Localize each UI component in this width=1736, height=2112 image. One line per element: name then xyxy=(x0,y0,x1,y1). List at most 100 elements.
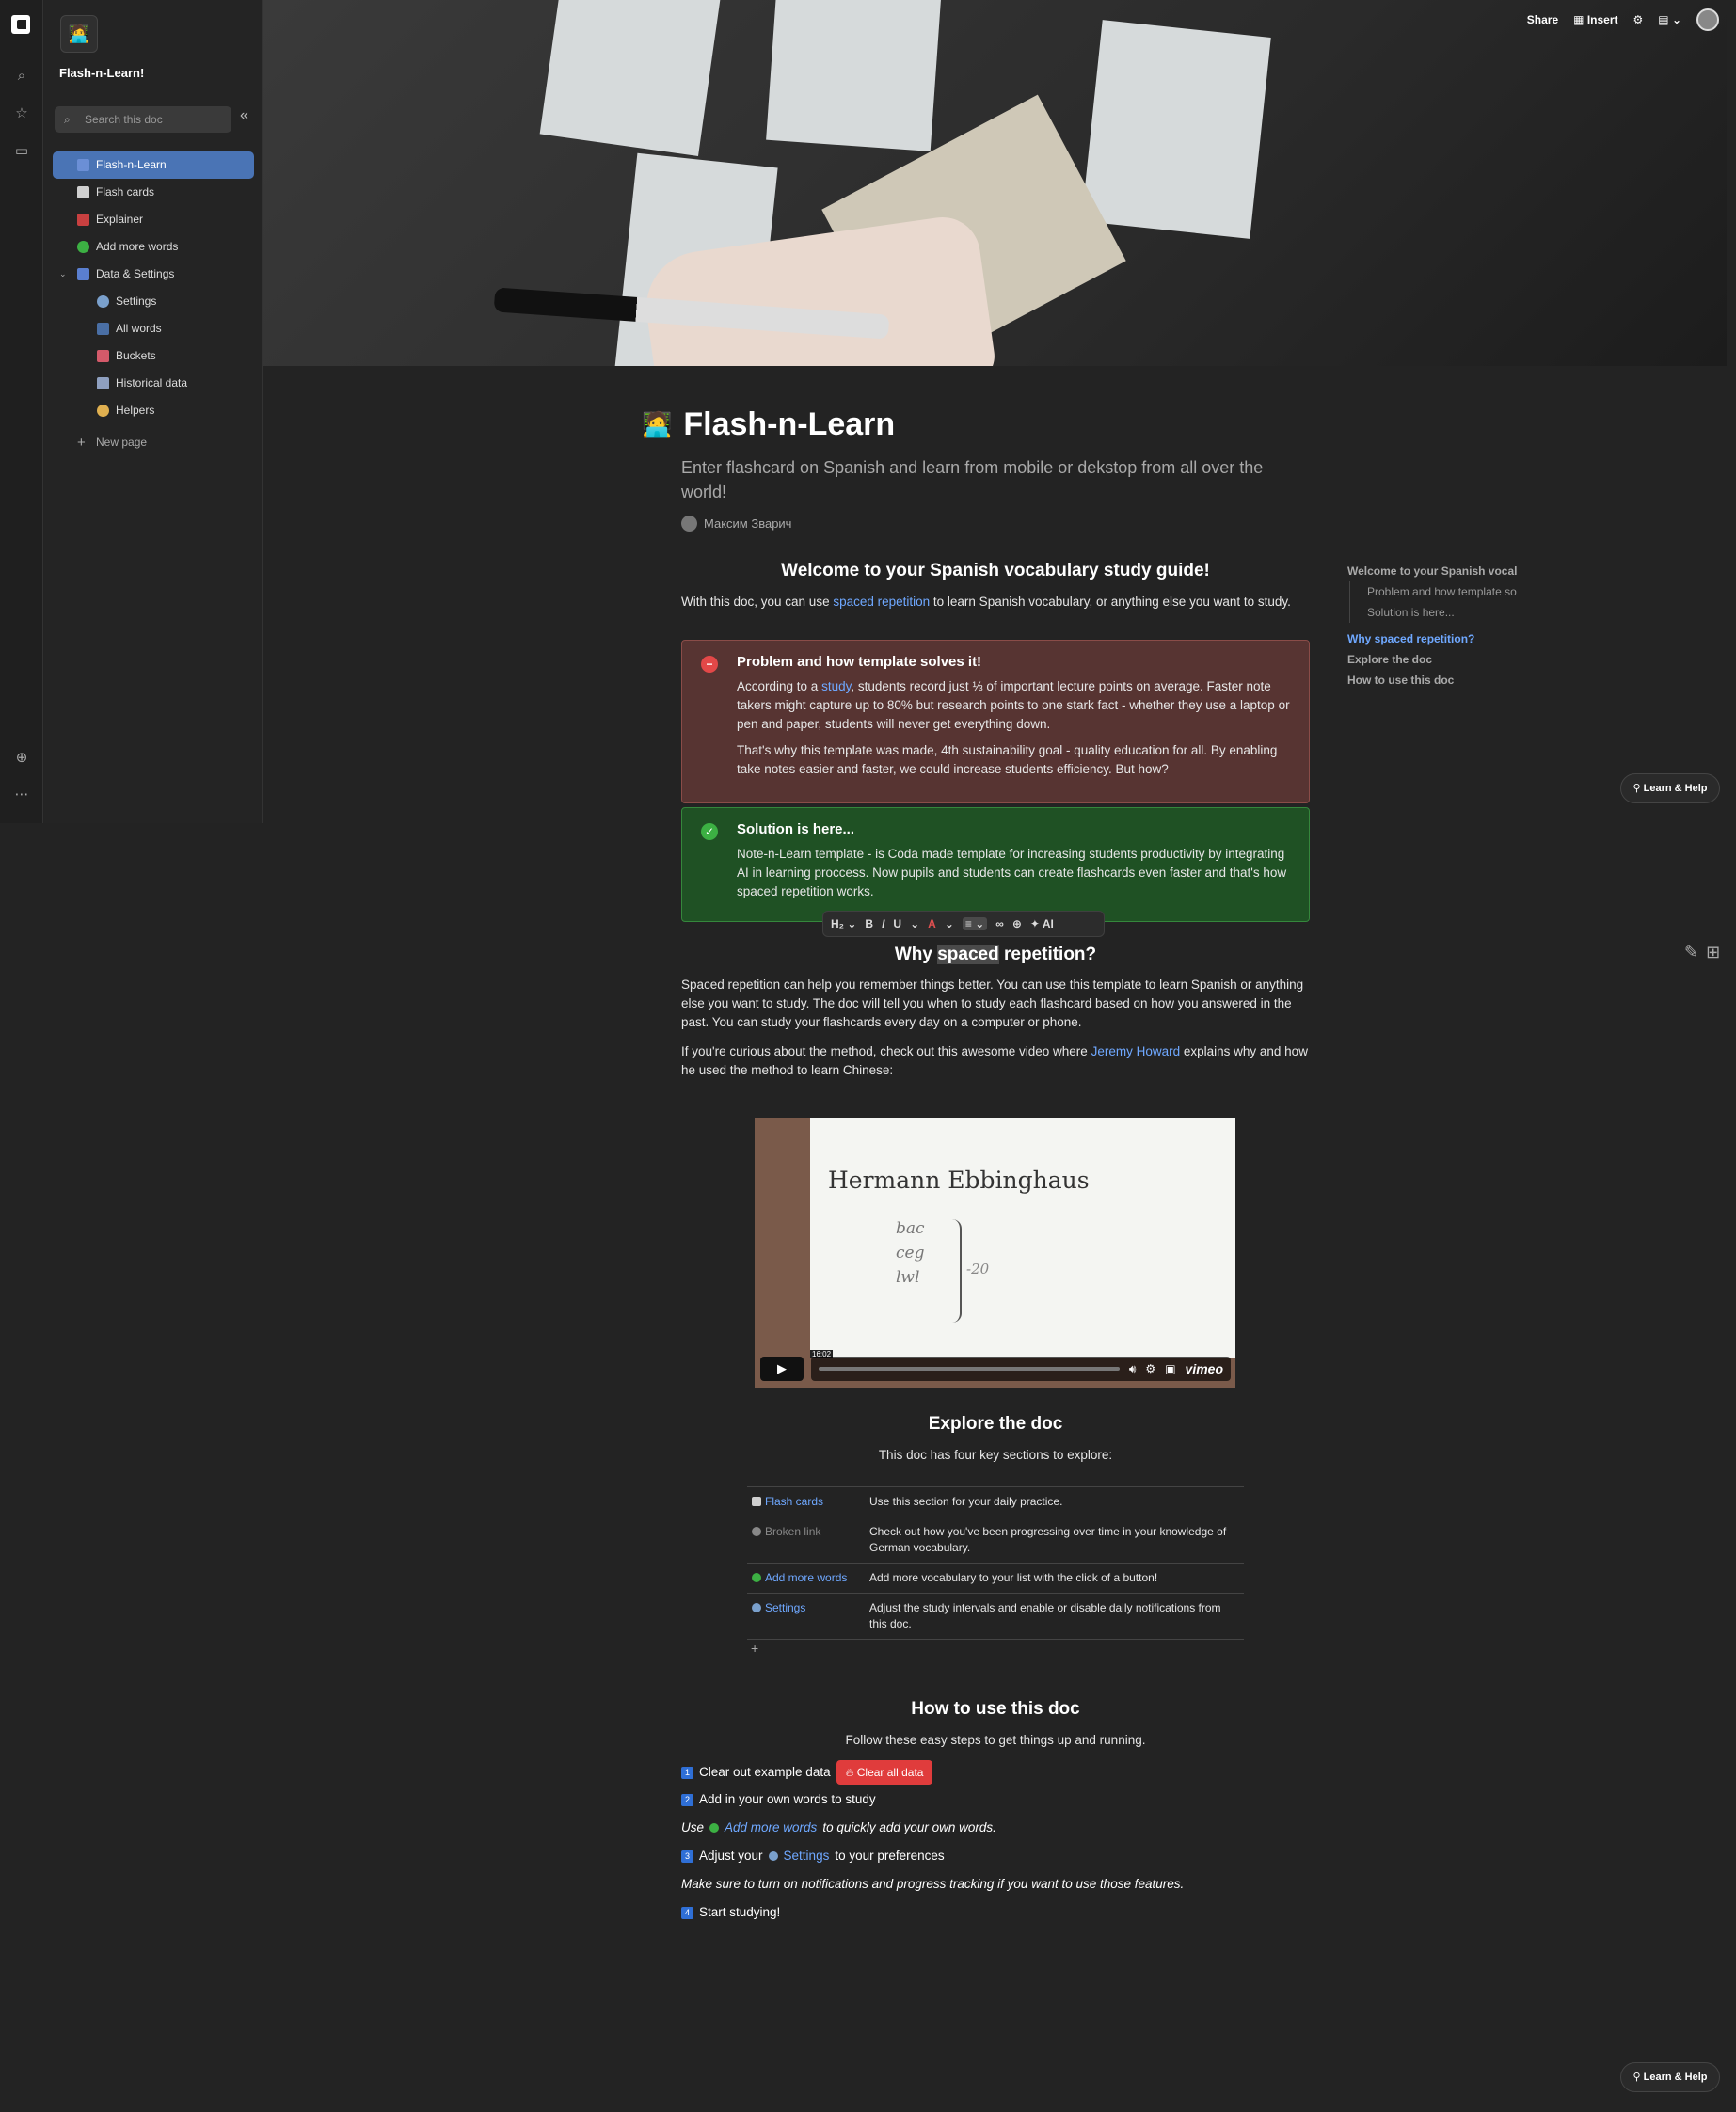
sidebar-item-historical-data[interactable]: Historical data xyxy=(53,370,254,397)
howto-heading[interactable]: How to use this doc xyxy=(681,1699,1310,1720)
collapse-sidebar-icon[interactable]: « xyxy=(240,107,248,124)
sidebar-item-helpers[interactable]: Helpers xyxy=(53,397,254,424)
solution-callout[interactable]: ✓ Solution is here... Note-n-Learn templ… xyxy=(681,807,1310,922)
sidebar-item-flash-n-learn[interactable]: Flash-n-Learn xyxy=(53,151,254,179)
video-embed[interactable]: Hermann Ebbinghaus bac ceg lwl -20 16:02… xyxy=(755,1118,1235,1388)
align-icon[interactable]: ≡ ⌄ xyxy=(962,917,988,930)
add-icon xyxy=(752,1573,761,1582)
label: Learn & Help xyxy=(1643,783,1708,794)
broken-link[interactable]: Broken link xyxy=(765,1525,820,1538)
explore-heading[interactable]: Explore the doc xyxy=(681,1414,1310,1435)
italic-button[interactable]: I xyxy=(882,917,884,930)
clear-all-data-button[interactable]: 🔥︎ Clear all data xyxy=(836,1760,933,1785)
edit-icon[interactable]: ✎ xyxy=(1684,943,1698,962)
why-heading[interactable]: Why spaced repetition? xyxy=(681,945,1310,965)
doc-icon[interactable]: 🧑‍💻 xyxy=(60,15,98,53)
sidebar-item-data-settings[interactable]: ⌄ Data & Settings xyxy=(53,261,254,288)
heading-style-button[interactable]: H₂ ⌄ xyxy=(831,917,856,930)
toc-item[interactable]: Solution is here... xyxy=(1349,602,1517,623)
text-color-button[interactable]: A xyxy=(928,917,936,930)
spaced-repetition-link[interactable]: spaced repetition xyxy=(833,595,930,609)
step-4: 4 Start studying! xyxy=(681,1903,780,1922)
page-emoji-icon[interactable]: 🧑‍💻 xyxy=(642,410,672,439)
gear-icon[interactable]: ⚙ xyxy=(1633,13,1644,26)
sticky-note xyxy=(1081,20,1271,239)
sidebar-item-label: Data & Settings xyxy=(96,267,175,280)
settings-link[interactable]: Settings xyxy=(784,1847,830,1866)
add-circle-icon[interactable]: ⊕ xyxy=(11,748,32,769)
underline-button[interactable]: U xyxy=(893,917,901,930)
insert-formula-icon[interactable]: ⊕ xyxy=(1012,917,1022,930)
folder-icon[interactable]: ▭ xyxy=(11,141,32,162)
chevron-down-icon[interactable]: ⌄ xyxy=(59,261,67,288)
sidebar-item-explainer[interactable]: Explainer xyxy=(53,206,254,233)
pip-icon[interactable]: ▣ xyxy=(1165,1362,1175,1375)
doc-sidebar: 🧑‍💻 Flash-n-Learn! ⌕ Search this doc « F… xyxy=(44,0,263,823)
vimeo-logo[interactable]: vimeo xyxy=(1186,1361,1223,1376)
new-page-button[interactable]: + New page xyxy=(53,429,254,456)
toc-item[interactable]: Welcome to your Spanish vocal xyxy=(1347,561,1517,581)
explore-intro[interactable]: This doc has four key sections to explor… xyxy=(681,1446,1310,1465)
list-icon xyxy=(97,323,109,335)
ai-button[interactable]: ✦ AI xyxy=(1030,917,1054,930)
table-row: Flash cards Use this section for your da… xyxy=(747,1486,1244,1517)
chevron-down-icon[interactable]: ⌄ xyxy=(910,917,919,930)
gear-icon[interactable]: ⚙ xyxy=(1145,1362,1155,1375)
learn-help-button[interactable]: ⚲ Learn & Help xyxy=(1620,773,1720,803)
problem-callout[interactable]: − Problem and how template solves it! Ac… xyxy=(681,640,1310,803)
sidebar-item-flash-cards[interactable]: Flash cards xyxy=(53,179,254,206)
more-icon[interactable]: ⋯ xyxy=(11,785,32,805)
doc-title[interactable]: Flash-n-Learn! xyxy=(59,66,144,80)
video-board-title: Hermann Ebbinghaus xyxy=(828,1167,1090,1194)
toc-item[interactable]: Explore the doc xyxy=(1347,649,1517,670)
table-row: Settings Adjust the study intervals and … xyxy=(747,1593,1244,1640)
sidebar-item-settings[interactable]: Settings xyxy=(53,288,254,315)
share-button[interactable]: Share xyxy=(1527,13,1558,26)
toc-item[interactable]: Problem and how template so xyxy=(1349,581,1517,602)
add-more-words-link[interactable]: Add more words xyxy=(765,1571,847,1584)
sidebar-item-buckets[interactable]: Buckets xyxy=(53,342,254,370)
settings-link[interactable]: Settings xyxy=(765,1601,805,1614)
jeremy-howard-link[interactable]: Jeremy Howard xyxy=(1091,1044,1181,1058)
add-more-words-link[interactable]: Add more words xyxy=(725,1818,817,1837)
insert-button[interactable]: ▦ Insert xyxy=(1573,13,1617,26)
coda-logo-icon[interactable] xyxy=(11,15,30,34)
page-subtitle[interactable]: Enter flashcard on Spanish and learn fro… xyxy=(681,455,1310,504)
welcome-text[interactable]: With this doc, you can use spaced repeti… xyxy=(681,593,1310,611)
bucket-icon xyxy=(97,350,109,362)
star-icon[interactable]: ☆ xyxy=(11,103,32,124)
add-row-button[interactable]: + xyxy=(751,1641,758,1656)
learn-help-button[interactable]: ⚲ Learn & Help xyxy=(1620,2062,1720,2092)
why-paragraph[interactable]: Spaced repetition can help you remember … xyxy=(681,976,1310,1032)
sidebar-item-add-more-words[interactable]: Add more words xyxy=(53,233,254,261)
comments-icon[interactable]: ▤ ⌄ xyxy=(1658,13,1681,26)
table-icon xyxy=(97,377,109,389)
video-intro[interactable]: If you're curious about the method, chec… xyxy=(681,1042,1310,1080)
text: repetition? xyxy=(998,945,1097,964)
search-icon[interactable]: ⌕ xyxy=(11,66,32,87)
callout-text: Note-n-Learn template - is Coda made tem… xyxy=(737,847,1287,898)
chevron-down-icon[interactable]: ⌄ xyxy=(945,917,954,930)
toc-item[interactable]: How to use this doc xyxy=(1347,670,1517,691)
sidebar-item-label: Helpers xyxy=(116,404,155,417)
flash-cards-link[interactable]: Flash cards xyxy=(765,1495,823,1508)
avatar[interactable] xyxy=(1696,8,1719,31)
minus-circle-icon: − xyxy=(701,656,718,673)
volume-icon[interactable]: 🔊︎ xyxy=(1129,1362,1137,1376)
callout-text: According to a study, students record ju… xyxy=(737,677,1290,734)
sidebar-item-all-words[interactable]: All words xyxy=(53,315,254,342)
welcome-heading[interactable]: Welcome to your Spanish vocabulary study… xyxy=(681,561,1310,581)
bold-button[interactable]: B xyxy=(865,917,873,930)
toc-item[interactable]: Why spaced repetition? xyxy=(1347,628,1517,649)
scribble: lwl xyxy=(896,1268,920,1287)
link-icon[interactable]: ∞ xyxy=(995,917,1004,930)
howto-intro[interactable]: Follow these easy steps to get things up… xyxy=(681,1731,1310,1750)
search-input[interactable]: ⌕ Search this doc xyxy=(55,106,231,133)
table-cell: Flash cards xyxy=(747,1486,865,1517)
progress-bar[interactable] xyxy=(819,1367,1120,1371)
add-comment-icon[interactable]: ⊞ xyxy=(1706,943,1720,962)
play-button[interactable]: ▶ xyxy=(760,1357,804,1381)
use-note: Use Add more words to quickly add your o… xyxy=(681,1818,996,1837)
study-link[interactable]: study xyxy=(821,679,851,693)
page-title[interactable]: Flash-n-Learn xyxy=(683,406,895,443)
